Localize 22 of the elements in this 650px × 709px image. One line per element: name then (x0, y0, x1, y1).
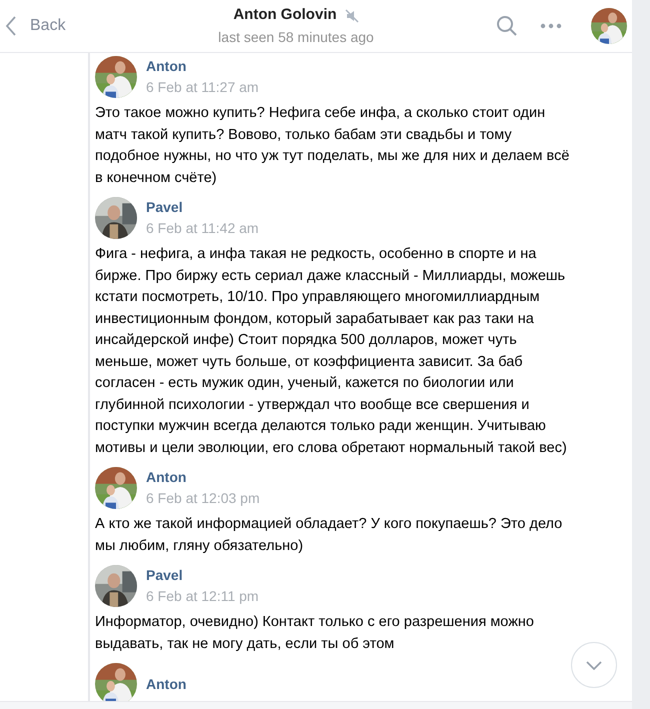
message-time: 6 Feb at 12:11 pm (146, 587, 259, 606)
scrollbar[interactable] (632, 0, 650, 709)
back-button[interactable]: Back (5, 14, 125, 38)
last-seen-text: last seen 58 minutes ago (218, 28, 374, 47)
author-name[interactable]: Pavel (146, 565, 259, 585)
message-text: Это такое можно купить? Нефига себе инфа, а сколько стоит один матч такой купить? Вовово, только бабам эти свадьбы и тому подобное нужны, но что уж тут поделать, мы же для них и делаем всё в конечном счёте) (95, 104, 570, 188)
author-name[interactable]: Anton (146, 674, 186, 694)
scroll-down-button[interactable] (571, 642, 617, 688)
search-icon (496, 15, 518, 37)
message-time: 6 Feb at 11:42 am (146, 219, 259, 238)
chevron-down-icon (586, 660, 602, 670)
message-time: 6 Feb at 11:27 am (146, 78, 259, 97)
message-time: 6 Feb at 12:03 pm (146, 489, 260, 508)
message-text: Информатор, очевидно) Контакт только с его разрешения можно выдавать, так не могу дать, если ты об этом (95, 613, 535, 654)
author-name[interactable]: Anton (146, 56, 259, 76)
author-name[interactable]: Anton (146, 467, 260, 487)
author-name[interactable]: Pavel (146, 197, 259, 217)
back-icon (5, 16, 16, 36)
message-text: Фига - нефига, а инфа такая не редкость, особенно в спорте и на бирже. Про биржу есть сериал даже классный - Миллиарды, можешь кстати посмотреть, 10/10. Про управляющего многомиллиардным инвестиционным фондом, который зарабатывает как раз таки на инсайдерской инфе) Стоит порядка 500 долларов, может чуть меньше, может чуть больше, от коэффициента зависит. За баб согласен - есть мужик один, ученый, кажется по биологии или глубинной психологии - утверждал что вообще все свершения и поступки мужчин всегда делаются только ради женщин. Учитываю мотивы и цели эволюции, его слова обретают нормальный такой вес) (95, 245, 568, 458)
message-text: А кто же такой информацией обладает? У кого покупаешь? Это дело мы любим, гляну обязательно) (95, 515, 564, 556)
more-icon (540, 23, 562, 29)
chat-title: Anton Golovin (233, 5, 337, 26)
